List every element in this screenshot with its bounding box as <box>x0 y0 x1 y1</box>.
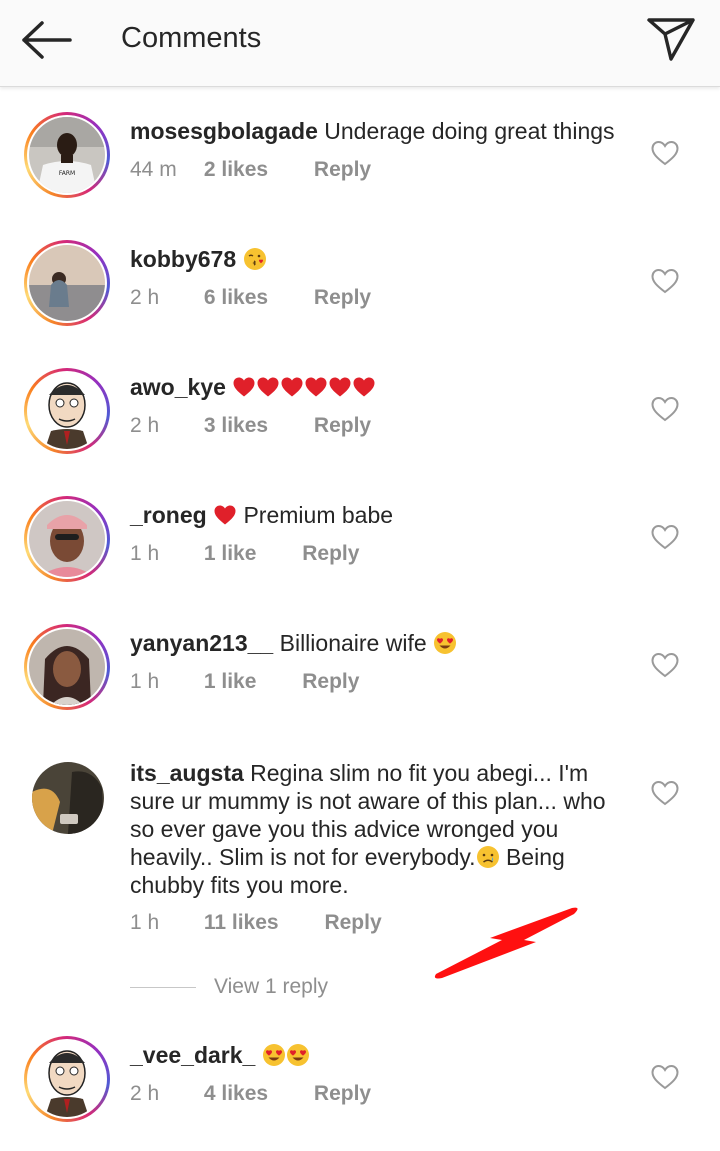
reply-button[interactable]: Reply <box>314 286 371 310</box>
view-replies-button[interactable]: View 1 reply <box>130 975 430 1003</box>
reply-button[interactable]: Reply <box>302 670 359 694</box>
avatar[interactable] <box>24 1036 110 1122</box>
likes-count[interactable]: 1 like <box>204 542 257 566</box>
comment-text: Underage doing great things <box>324 118 615 144</box>
likes-count[interactable]: 6 likes <box>204 286 268 310</box>
avatar[interactable] <box>24 368 110 454</box>
app-header: Comments <box>0 0 720 87</box>
like-heart-icon[interactable] <box>650 1063 680 1091</box>
like-heart-icon[interactable] <box>650 523 680 551</box>
likes-count[interactable]: 3 likes <box>204 414 268 438</box>
comment-time: 44 m <box>130 158 177 181</box>
kissing-face-emoji <box>243 247 267 271</box>
page-title: Comments <box>121 22 262 54</box>
reply-button[interactable]: Reply <box>314 414 371 438</box>
reply-button[interactable]: Reply <box>302 542 359 566</box>
likes-count[interactable]: 2 likes <box>204 158 268 182</box>
like-heart-icon[interactable] <box>650 779 680 807</box>
comment-time: 1 h <box>130 911 160 934</box>
comment-time: 2 h <box>130 286 160 309</box>
comment-username[interactable]: _roneg <box>130 502 207 528</box>
comment-time: 2 h <box>130 414 160 437</box>
like-heart-icon[interactable] <box>650 139 680 167</box>
heart-eyes-emoji <box>433 631 457 655</box>
comment-username[interactable]: kobby678 <box>130 246 236 272</box>
avatar[interactable] <box>24 496 110 582</box>
comment-username[interactable]: mosesgbolagade <box>130 118 318 144</box>
red-heart-emoji <box>280 375 304 399</box>
comment-username[interactable]: awo_kye <box>130 374 226 400</box>
avatar[interactable] <box>24 624 110 710</box>
avatar[interactable] <box>32 762 104 834</box>
likes-count[interactable]: 11 likes <box>204 911 279 935</box>
red-arrow-annotation <box>434 907 578 979</box>
svg-text:FARM: FARM <box>59 170 75 177</box>
divider <box>130 987 196 988</box>
comment-time: 1 h <box>130 670 160 693</box>
arrow-left-icon[interactable] <box>18 18 74 62</box>
comment-text: Premium babe <box>243 502 394 528</box>
comment-username[interactable]: yanyan213__ <box>130 630 273 656</box>
comment-text: Billionaire wife <box>279 630 427 656</box>
reply-button[interactable]: Reply <box>314 158 371 182</box>
paper-plane-icon[interactable] <box>644 14 698 64</box>
red-heart-emoji <box>328 375 352 399</box>
likes-count[interactable]: 1 like <box>204 670 257 694</box>
heart-eyes-emoji <box>262 1043 286 1067</box>
heart-eyes-emoji <box>286 1043 310 1067</box>
reply-button[interactable]: Reply <box>314 1082 371 1106</box>
comment-time: 2 h <box>130 1082 160 1105</box>
red-heart-emoji <box>352 375 376 399</box>
avatar[interactable]: FARM <box>24 112 110 198</box>
red-heart-emoji <box>304 375 328 399</box>
comment-username[interactable]: _vee_dark_ <box>130 1042 255 1068</box>
red-heart-emoji <box>256 375 280 399</box>
like-heart-icon[interactable] <box>650 267 680 295</box>
avatar[interactable] <box>24 240 110 326</box>
like-heart-icon[interactable] <box>650 395 680 423</box>
comment-username[interactable]: its_augsta <box>130 760 244 786</box>
red-heart-emoji <box>232 375 256 399</box>
view-replies-label: View 1 reply <box>214 975 329 998</box>
like-heart-icon[interactable] <box>650 651 680 679</box>
sad-face-emoji <box>476 845 500 869</box>
reply-button[interactable]: Reply <box>324 911 381 935</box>
comment-time: 1 h <box>130 542 160 565</box>
likes-count[interactable]: 4 likes <box>204 1082 268 1106</box>
red-heart-emoji <box>213 503 237 527</box>
